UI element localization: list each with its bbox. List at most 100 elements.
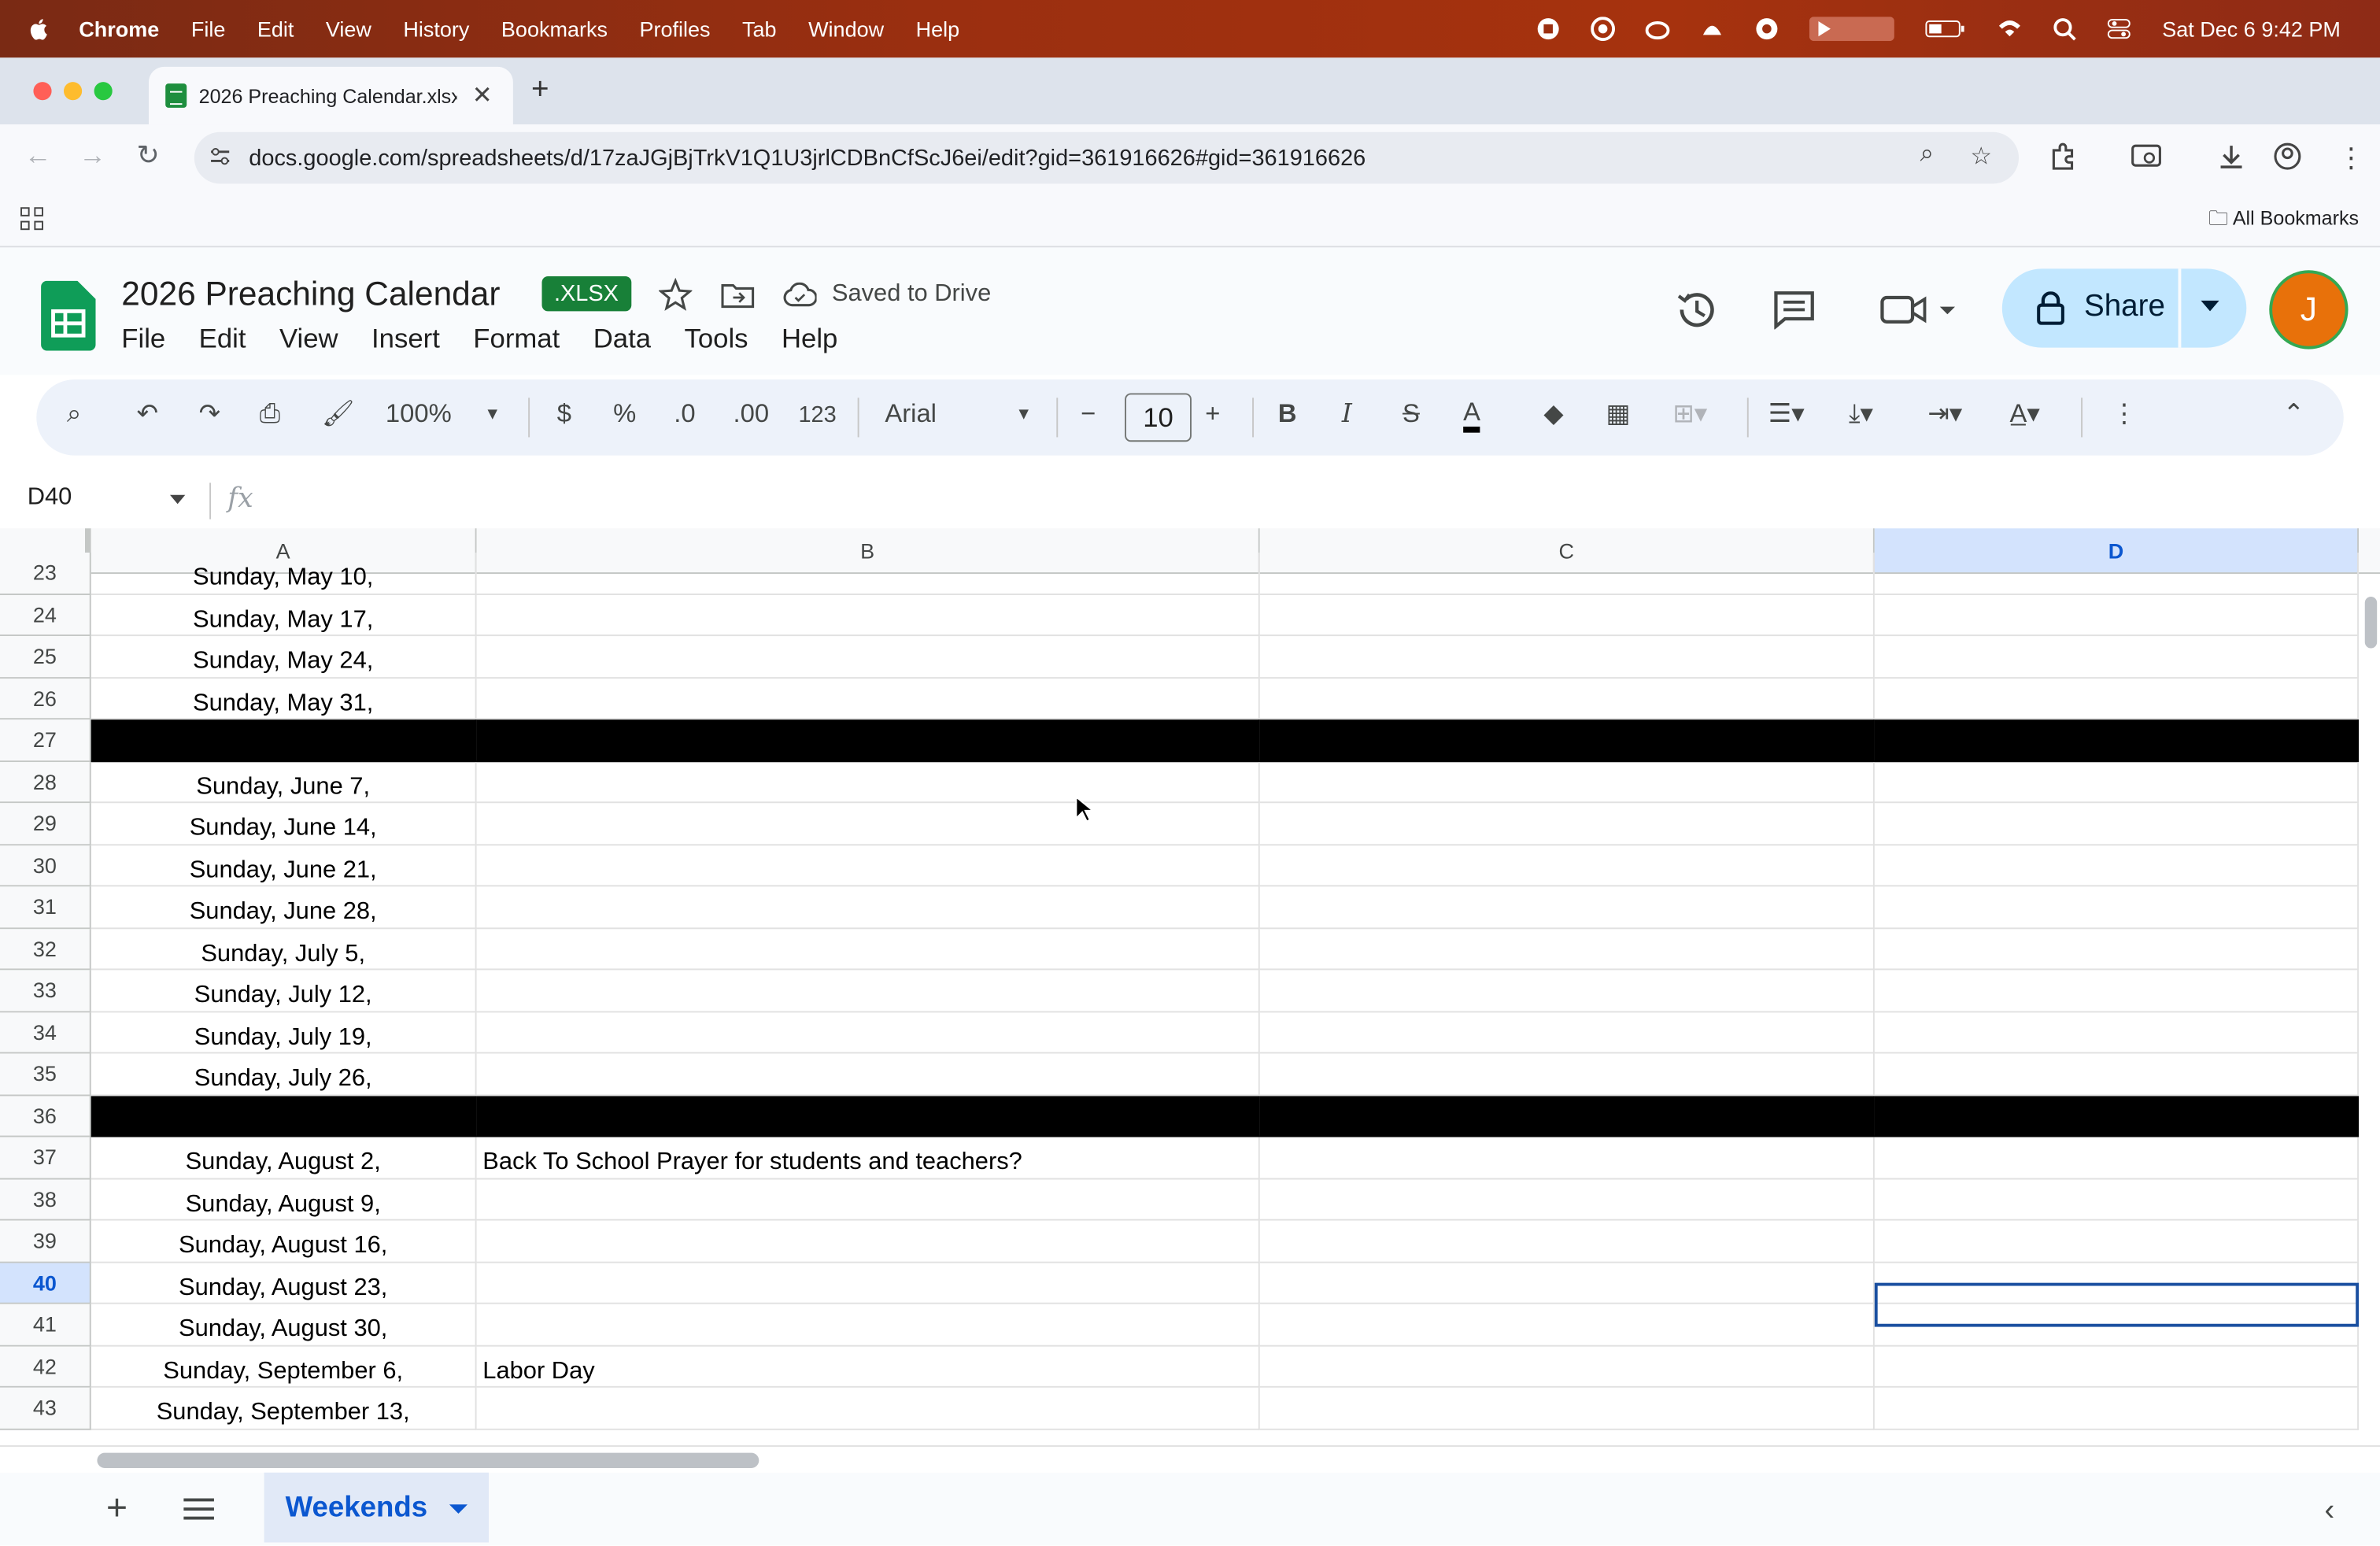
cell-a-37[interactable]: Sunday, August 2, xyxy=(91,1137,477,1179)
collapse-sidepanel-icon[interactable]: ‹ xyxy=(2324,1494,2334,1529)
reload-icon[interactable]: ↻ xyxy=(137,139,160,172)
italic-icon[interactable]: I xyxy=(1342,399,1352,430)
cell-a-39[interactable]: Sunday, August 16, xyxy=(91,1220,477,1263)
cell-d-32[interactable] xyxy=(1874,928,2360,971)
zoom-window-button[interactable] xyxy=(94,82,113,101)
cell-d-35[interactable] xyxy=(1874,1053,2360,1096)
grammarly-icon[interactable] xyxy=(1755,17,1779,41)
horizontal-align-icon[interactable]: ☰▾ xyxy=(1768,399,1805,430)
cell-d-29[interactable] xyxy=(1874,803,2360,845)
site-info-icon[interactable] xyxy=(209,146,231,167)
download-icon[interactable] xyxy=(2218,142,2245,170)
back-icon[interactable]: ← xyxy=(24,139,52,172)
close-window-button[interactable] xyxy=(33,82,52,101)
sheets-menu-edit[interactable]: Edit xyxy=(199,324,246,356)
row-header[interactable]: 43 xyxy=(0,1387,91,1429)
cell-c-34[interactable] xyxy=(1259,1012,1875,1054)
share-button[interactable]: Share xyxy=(2001,268,2247,348)
cell-c-23[interactable] xyxy=(1259,553,1875,595)
cell-a-34[interactable]: Sunday, July 19, xyxy=(91,1012,477,1054)
print-icon[interactable]: ⎙ xyxy=(260,399,280,430)
wifi-icon[interactable] xyxy=(1998,17,2023,41)
all-bookmarks-button[interactable]: 🗀 All Bookmarks xyxy=(2208,205,2359,238)
cell-c-30[interactable] xyxy=(1259,845,1875,887)
number-format-button[interactable]: 123 xyxy=(798,402,836,428)
cell-c-40[interactable] xyxy=(1259,1262,1875,1304)
row-header[interactable]: 32 xyxy=(0,928,91,971)
all-sheets-list-icon[interactable] xyxy=(182,1497,215,1522)
cell-b-35[interactable] xyxy=(476,1053,1260,1096)
cell-a-38[interactable]: Sunday, August 9, xyxy=(91,1178,477,1221)
cell-d-28[interactable] xyxy=(1874,761,2360,804)
cell-d-25[interactable] xyxy=(1874,636,2360,679)
font-size-input[interactable]: 10 xyxy=(1125,393,1192,442)
cell-a-43[interactable]: Sunday, September 13, xyxy=(91,1387,477,1429)
cell-b-36[interactable] xyxy=(476,1095,1260,1137)
cell-b-37[interactable]: Back To School Prayer for students and t… xyxy=(476,1137,1260,1179)
cell-a-27[interactable] xyxy=(91,719,477,762)
sheets-menu-format[interactable]: Format xyxy=(473,324,560,356)
spotlight-search-icon[interactable] xyxy=(2053,17,2077,41)
sheets-menu-help[interactable]: Help xyxy=(782,324,837,356)
cell-b-40[interactable] xyxy=(476,1262,1260,1304)
cell-d-33[interactable] xyxy=(1874,970,2360,1012)
cell-a-36[interactable] xyxy=(91,1095,477,1137)
row-header[interactable]: 39 xyxy=(0,1220,91,1263)
vertical-align-icon[interactable]: ⤓▾ xyxy=(1849,399,1873,430)
cell-a-35[interactable]: Sunday, July 26, xyxy=(91,1053,477,1096)
sheets-menu-tools[interactable]: Tools xyxy=(684,324,748,356)
zoom-dropdown-icon[interactable]: ▼ xyxy=(484,405,501,423)
cell-b-33[interactable] xyxy=(476,970,1260,1012)
apple-icon[interactable] xyxy=(28,17,52,41)
menu-profiles[interactable]: Profiles xyxy=(639,17,710,41)
record-icon[interactable] xyxy=(1537,17,1561,41)
cell-b-42[interactable]: Labor Day xyxy=(476,1345,1260,1388)
cell-b-32[interactable] xyxy=(476,928,1260,971)
fill-color-icon[interactable]: ◆ xyxy=(1543,399,1563,430)
cell-b-39[interactable] xyxy=(476,1220,1260,1263)
row-header[interactable]: 42 xyxy=(0,1345,91,1388)
cell-c-24[interactable] xyxy=(1259,594,1875,637)
cell-a-29[interactable]: Sunday, June 14, xyxy=(91,803,477,845)
borders-icon[interactable]: ▦ xyxy=(1606,399,1630,430)
sheets-menu-data[interactable]: Data xyxy=(593,324,651,356)
cell-a-26[interactable]: Sunday, May 31, xyxy=(91,678,477,720)
add-sheet-icon[interactable]: + xyxy=(106,1488,128,1530)
cell-d-31[interactable] xyxy=(1874,886,2360,929)
forward-icon[interactable]: → xyxy=(79,139,106,172)
row-header[interactable]: 33 xyxy=(0,970,91,1012)
cell-c-35[interactable] xyxy=(1259,1053,1875,1096)
cell-c-38[interactable] xyxy=(1259,1178,1875,1221)
move-folder-icon[interactable] xyxy=(721,281,755,309)
cell-a-23[interactable]: Sunday, May 10, xyxy=(91,553,477,595)
media-control-icon[interactable] xyxy=(1809,17,1895,42)
battery-icon[interactable] xyxy=(1925,17,1968,41)
account-avatar[interactable]: J xyxy=(2272,273,2345,346)
cell-c-36[interactable] xyxy=(1259,1095,1875,1137)
search-menus-icon[interactable]: ⌕ xyxy=(67,399,81,430)
row-header[interactable]: 31 xyxy=(0,886,91,929)
cell-d-36[interactable] xyxy=(1874,1095,2360,1137)
tab-search-icon[interactable] xyxy=(2131,142,2162,170)
cell-d-23[interactable] xyxy=(1874,553,2360,595)
menu-history[interactable]: History xyxy=(403,17,469,41)
cell-d-34[interactable] xyxy=(1874,1012,2360,1054)
decrease-font-size-icon[interactable]: − xyxy=(1081,399,1096,430)
new-tab-icon[interactable]: + xyxy=(531,73,549,108)
row-header[interactable]: 34 xyxy=(0,1012,91,1054)
bold-icon[interactable]: B xyxy=(1278,399,1297,430)
menu-file[interactable]: File xyxy=(191,17,226,41)
chrome-menu-icon[interactable]: ⋮ xyxy=(2338,142,2365,175)
cell-b-23[interactable] xyxy=(476,553,1260,595)
horizontal-scrollbar[interactable] xyxy=(97,1452,759,1468)
cell-b-25[interactable] xyxy=(476,636,1260,679)
cell-a-30[interactable]: Sunday, June 21, xyxy=(91,845,477,887)
row-header[interactable]: 30 xyxy=(0,845,91,887)
cell-b-29[interactable] xyxy=(476,803,1260,845)
cell-b-34[interactable] xyxy=(476,1012,1260,1054)
control-center-icon[interactable] xyxy=(2108,17,2132,41)
merge-cells-icon[interactable]: ⊞▾ xyxy=(1672,399,1707,430)
cell-d-30[interactable] xyxy=(1874,845,2360,887)
close-tab-icon[interactable]: ✕ xyxy=(472,80,493,111)
minimize-window-button[interactable] xyxy=(64,82,83,101)
